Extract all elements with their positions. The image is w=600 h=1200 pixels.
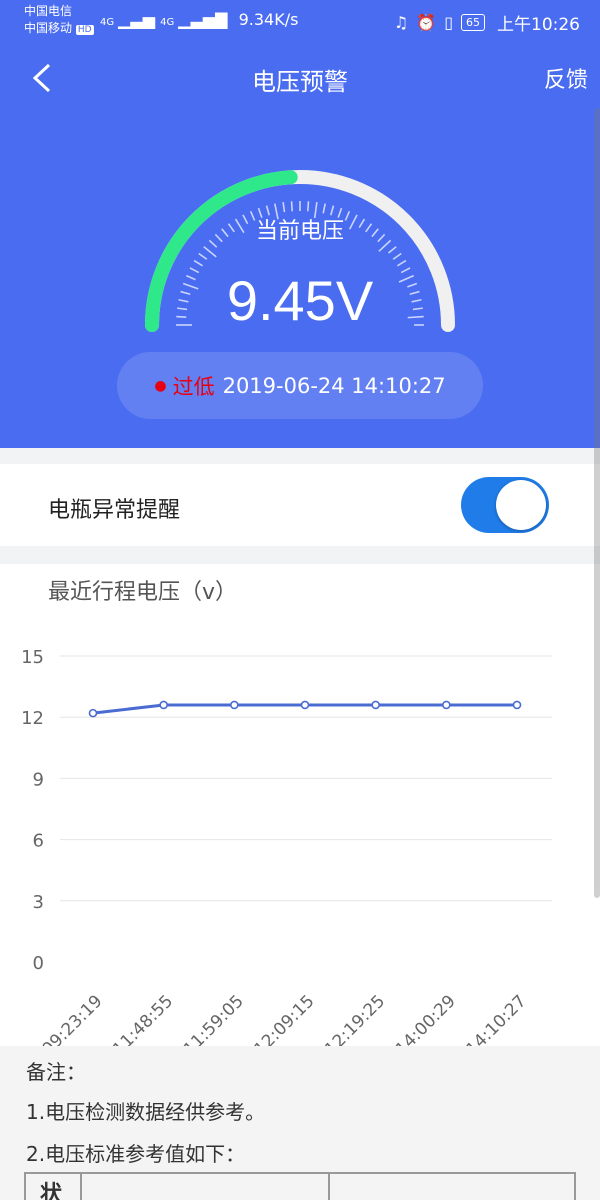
notes-title: 备注： xyxy=(26,1060,86,1084)
battery-alert-toggle[interactable] xyxy=(461,477,549,533)
gauge-tick xyxy=(392,252,402,260)
x-tick-label: 12:19:25 xyxy=(321,991,389,1046)
gauge-tick xyxy=(290,201,294,212)
carrier-info: 中国电信 中国移动 HD xyxy=(24,3,94,39)
system-icons: ♫ ⏰ ▯ 65 上午10:26 xyxy=(394,10,580,35)
clock: 上午10:26 xyxy=(497,15,580,35)
current-voltage: 9.45V xyxy=(226,269,374,332)
carrier-1: 中国电信 xyxy=(24,4,73,18)
data-point xyxy=(371,700,380,710)
data-point xyxy=(442,700,451,710)
battery-indicator: 65 xyxy=(461,14,485,31)
voltage-line-chart: 0 3 6 9 12 15 09:23:19 11:48:55 11:59:05 12:09:15… xyxy=(21,647,552,1046)
gauge-tick xyxy=(322,203,327,214)
signal-icon: ▁▃▅▇ xyxy=(178,10,228,29)
chart-title: 最近行程电压（v） xyxy=(48,580,238,605)
network-type-2: 4G xyxy=(160,17,175,28)
y-tick-label: 9 xyxy=(33,769,44,790)
gauge-tick xyxy=(396,259,407,267)
nav-bar: 电压预警 反馈 xyxy=(0,48,600,108)
gauge-tick xyxy=(306,201,310,212)
alarm-icon: ⏰ xyxy=(416,13,437,32)
x-tick-label: 14:00:29 xyxy=(392,991,460,1046)
gauge-tick xyxy=(193,259,204,267)
y-tick-label: 12 xyxy=(21,708,44,729)
alert-level: 过低 xyxy=(172,374,215,399)
data-point xyxy=(230,700,239,710)
gauge-tick xyxy=(282,202,286,213)
status-bar: 中国电信 中国移动 HD 4G ▁▃▅ 4G ▁▃▅▇ 9.34K/s ♫ ⏰ ▯ … xyxy=(0,0,600,42)
y-tick-label: 3 xyxy=(33,892,44,913)
network-status: 4G ▁▃▅ 4G ▁▃▅▇ 9.34K/s xyxy=(100,10,298,29)
notes-line-2: 2.电压标准参考值如下： xyxy=(26,1142,246,1166)
alert-time: 2019-06-24 14:10:27 xyxy=(222,373,446,398)
data-point xyxy=(159,700,168,710)
data-point xyxy=(88,708,98,718)
x-tick-label: 11:59:05 xyxy=(180,991,248,1046)
gauge-tick xyxy=(198,252,208,260)
network-type-1: 4G xyxy=(100,17,115,28)
hd-badge: HD xyxy=(75,25,94,35)
notes-section: 备注： 1.电压检测数据经供参考。 2.电压标准参考值如下： 状 xyxy=(0,1046,600,1200)
toggle-knob xyxy=(496,480,546,530)
page-title: 电压预警 xyxy=(252,68,348,96)
y-tick-label: 15 xyxy=(21,647,44,668)
network-speed: 9.34K/s xyxy=(238,10,299,29)
notes-line-1: 1.电压检测数据经供参考。 xyxy=(26,1100,266,1124)
table-header-cell: 状 xyxy=(40,1182,63,1200)
battery-alert-label: 电瓶异常提醒 xyxy=(48,498,181,523)
voltage-chart-card: 0 3 6 9 12 15 09:23:19 11:48:55 11:59:05 12:09:15… xyxy=(0,564,600,1046)
gauge-label: 当前电压 xyxy=(255,219,344,244)
signal-icon: ▁▃▅ xyxy=(118,10,156,29)
x-tick-label: 14:10:27 xyxy=(462,991,530,1046)
y-tick-label: 6 xyxy=(33,831,44,852)
data-point xyxy=(300,700,310,710)
header-panel: 中国电信 中国移动 HD 4G ▁▃▅ 4G ▁▃▅▇ 9.34K/s ♫ ⏰ ▯ … xyxy=(0,0,600,448)
gauge-tick xyxy=(203,246,217,258)
feedback-link[interactable]: 反馈 xyxy=(544,62,588,94)
scrollbar[interactable] xyxy=(594,108,600,898)
alert-dot-icon: ● xyxy=(154,377,167,394)
table-col xyxy=(82,1174,330,1200)
x-tick-label: 11:48:55 xyxy=(109,991,177,1046)
gauge-tick xyxy=(387,246,397,254)
carrier-2: 中国移动 HD xyxy=(24,21,94,35)
reference-table: 状 xyxy=(24,1172,576,1200)
x-tick-label: 09:23:19 xyxy=(38,991,106,1046)
vibrate-icon: ▯ xyxy=(444,13,453,32)
alert-status-pill: ● 过低 2019-06-24 14:10:27 xyxy=(117,352,483,419)
x-tick-label: 12:09:15 xyxy=(250,991,318,1046)
data-point xyxy=(512,700,522,710)
y-tick-label: 0 xyxy=(33,953,44,974)
headphones-icon: ♫ xyxy=(393,13,409,32)
